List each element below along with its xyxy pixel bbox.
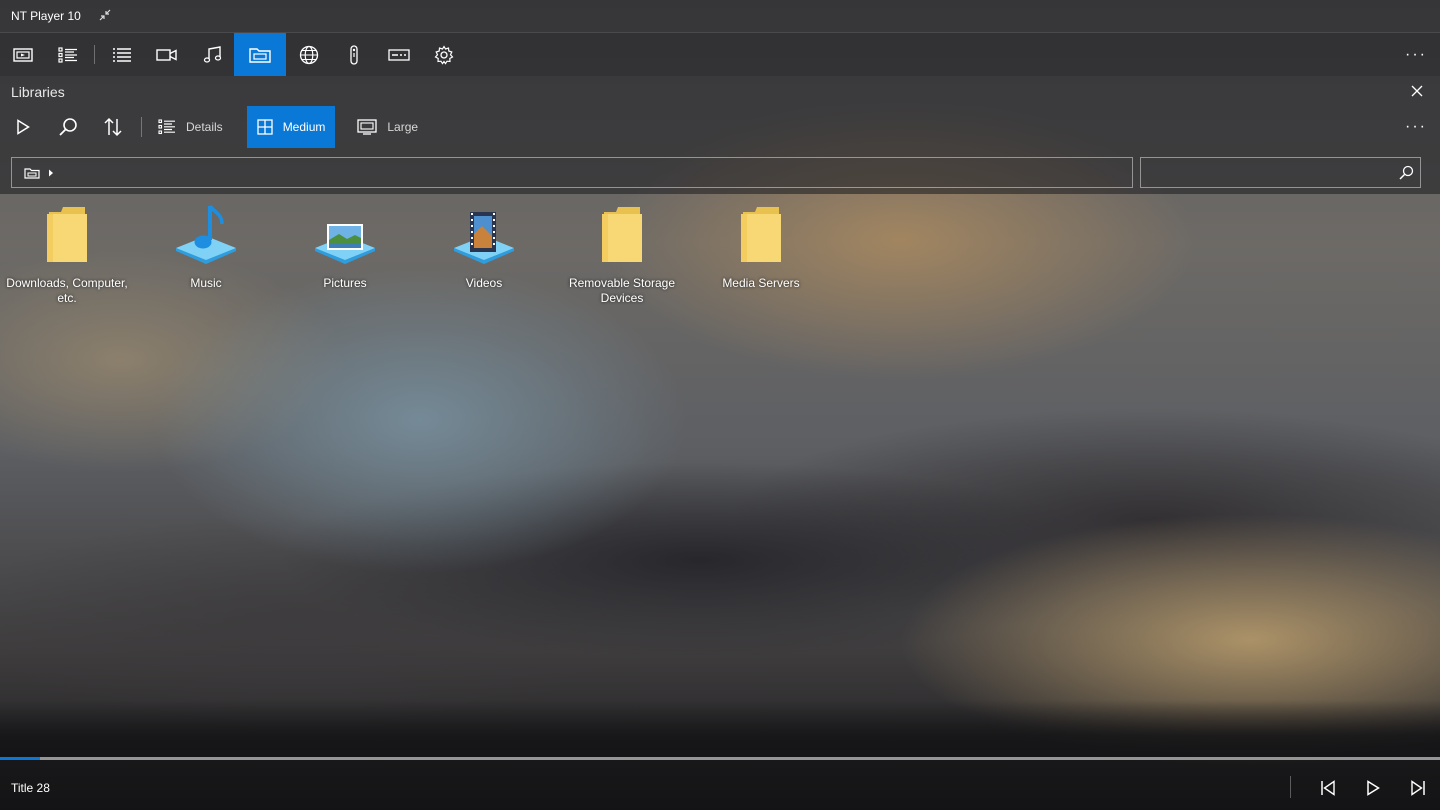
view-medium-button[interactable]: Medium (246, 106, 336, 148)
video-icon[interactable] (144, 33, 189, 76)
panel-title: Libraries (11, 84, 65, 100)
background-treeline (0, 700, 1440, 760)
library-label: Videos (465, 276, 503, 290)
view-medium-label: Medium (282, 120, 326, 134)
library-tile-downloads[interactable]: Downloads, Computer, etc. (0, 200, 134, 306)
remote-icon[interactable] (331, 33, 376, 76)
library-tile-removable-storage[interactable]: Removable Storage Devices (555, 200, 689, 306)
subtitles-icon[interactable] (376, 33, 421, 76)
controls-separator (1290, 776, 1291, 798)
panel-more-options-button[interactable]: ··· (1392, 106, 1440, 148)
library-tile-pictures[interactable]: Pictures (278, 200, 412, 291)
library-label: Music (190, 276, 222, 290)
search-input[interactable] (1147, 162, 1387, 184)
view-details-label: Details (186, 120, 223, 134)
list-icon[interactable] (99, 33, 144, 76)
search-field[interactable] (1140, 157, 1421, 188)
title-bar: NT Player 10 (0, 0, 1440, 32)
app-title: NT Player 10 (11, 9, 81, 23)
close-icon[interactable] (1408, 82, 1426, 100)
search-icon[interactable] (1398, 165, 1414, 181)
compact-mode-icon[interactable] (99, 9, 111, 24)
libraries-icon[interactable] (234, 33, 286, 76)
play-icon[interactable] (0, 106, 45, 148)
library-label: Downloads, Computer, etc. (6, 276, 128, 305)
pictures-library-icon (305, 200, 385, 268)
playlist-icon[interactable] (45, 33, 90, 76)
main-toolbar: ··· (0, 32, 1440, 76)
globe-icon[interactable] (286, 33, 331, 76)
library-tile-videos[interactable]: Videos (417, 200, 551, 291)
folder-icon (721, 200, 801, 268)
breadcrumb[interactable] (11, 157, 1133, 188)
library-tile-music[interactable]: Music (139, 200, 273, 291)
folder-icon (27, 200, 107, 268)
folder-icon (582, 200, 662, 268)
library-label: Pictures (323, 276, 367, 290)
now-playing-icon[interactable] (0, 33, 45, 76)
library-label: Media Servers (722, 276, 800, 290)
large-view-icon (357, 119, 378, 135)
toolbar-separator (141, 117, 142, 137)
grid-view-icon (257, 119, 273, 135)
sort-icon[interactable] (90, 106, 135, 148)
library-grid: Downloads, Computer, etc. Music Pictures… (0, 200, 1440, 320)
libraries-root-icon[interactable] (24, 167, 40, 179)
library-label: Removable Storage Devices (568, 276, 676, 305)
next-icon[interactable] (1404, 774, 1432, 802)
libraries-panel: Libraries Details Medium Large ··· (0, 76, 1440, 194)
now-playing-title: Title 28 (11, 781, 50, 795)
view-details-button[interactable]: Details (148, 106, 233, 148)
panel-toolbar: Details Medium Large ··· (0, 106, 1440, 148)
previous-icon[interactable] (1314, 774, 1342, 802)
toolbar-separator (94, 45, 95, 64)
settings-icon[interactable] (421, 33, 466, 76)
details-view-icon (158, 119, 175, 135)
videos-library-icon (444, 200, 524, 268)
view-large-button[interactable]: Large (347, 106, 428, 148)
chevron-right-icon[interactable] (48, 169, 54, 177)
more-options-button[interactable]: ··· (1392, 33, 1440, 76)
library-tile-media-servers[interactable]: Media Servers (694, 200, 828, 291)
search-icon[interactable] (45, 106, 90, 148)
music-icon[interactable] (189, 33, 234, 76)
music-library-icon (166, 200, 246, 268)
playback-bar: Title 28 (0, 760, 1440, 810)
play-pause-icon[interactable] (1359, 774, 1387, 802)
view-large-label: Large (387, 120, 419, 134)
